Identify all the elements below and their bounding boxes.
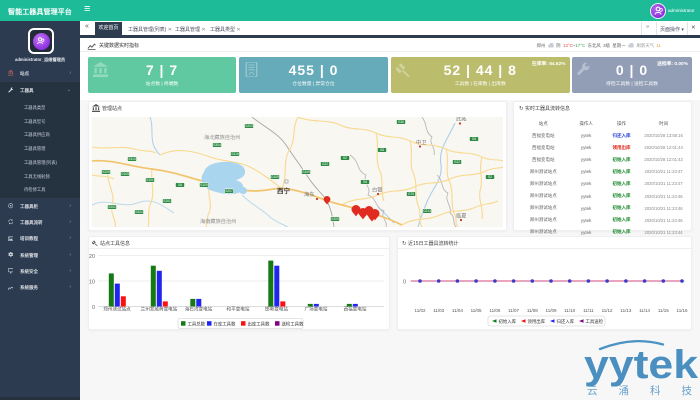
- svg-text:初始入库: 初始入库: [499, 318, 517, 325]
- svg-text:中卫: 中卫: [416, 138, 426, 146]
- svg-text:G75: G75: [408, 192, 414, 196]
- svg-text:11/10: 11/10: [564, 308, 575, 313]
- svg-text:11/06: 11/06: [489, 308, 500, 313]
- svg-text:11/08: 11/08: [527, 308, 538, 313]
- svg-text:G6: G6: [363, 180, 367, 184]
- svg-text:S2: S2: [343, 156, 347, 160]
- svg-text:海东: 海东: [304, 190, 314, 198]
- svg-text:白银: 白银: [372, 186, 383, 194]
- svg-text:海北藏族自治州: 海北藏族自治州: [204, 133, 240, 141]
- svg-text:0: 0: [92, 305, 95, 311]
- svg-text:11/11: 11/11: [583, 308, 594, 313]
- svg-text:G30: G30: [398, 120, 404, 124]
- svg-text:广场变电站: 广场变电站: [305, 306, 328, 313]
- svg-text:G109: G109: [271, 175, 279, 179]
- svg-text:S315: S315: [231, 152, 239, 156]
- svg-text:S2: S2: [488, 175, 492, 179]
- svg-text:11/05: 11/05: [471, 308, 482, 313]
- svg-text:工具送检: 工具送检: [586, 318, 604, 325]
- svg-text:S202: S202: [108, 205, 116, 209]
- svg-text:S310: S310: [128, 157, 136, 161]
- svg-text:西福变电站: 西福变电站: [344, 306, 367, 313]
- svg-text:11/16: 11/16: [677, 308, 688, 313]
- svg-text:S304: S304: [213, 143, 221, 147]
- svg-text:11/12: 11/12: [602, 308, 613, 313]
- svg-text:G109: G109: [302, 170, 310, 174]
- svg-text:和平变电站: 和平变电站: [227, 306, 250, 313]
- svg-text:临夏: 临夏: [456, 212, 467, 220]
- svg-text:11/03: 11/03: [433, 308, 444, 313]
- svg-text:西宁: 西宁: [277, 186, 291, 195]
- svg-text:0: 0: [403, 280, 406, 286]
- svg-text:S203: S203: [245, 124, 253, 128]
- svg-text:S101: S101: [163, 199, 171, 203]
- svg-text:G22: G22: [454, 160, 460, 164]
- svg-text:11/14: 11/14: [639, 308, 650, 313]
- svg-text:工具总数: 工具总数: [188, 320, 206, 327]
- svg-text:归还入库: 归还入库: [557, 318, 575, 325]
- svg-text:S207: S207: [225, 189, 233, 193]
- svg-text:S309: S309: [331, 217, 339, 221]
- svg-text:G6: G6: [178, 183, 182, 187]
- svg-text:11/13: 11/13: [620, 308, 631, 313]
- svg-text:S109: S109: [200, 183, 208, 187]
- svg-text:G6: G6: [472, 137, 476, 141]
- svg-text:G22: G22: [322, 162, 328, 166]
- svg-text:G213: G213: [423, 209, 431, 213]
- svg-text:在库工具数: 在库工具数: [214, 320, 237, 327]
- svg-text:11/04: 11/04: [452, 308, 463, 313]
- svg-text:云涌科技: 云涌科技: [587, 384, 700, 397]
- svg-text:S302: S302: [135, 210, 143, 214]
- svg-text:S101: S101: [146, 178, 154, 182]
- svg-text:11/07: 11/07: [508, 308, 519, 313]
- svg-text:邯郸变电站: 邯郸变电站: [265, 306, 288, 313]
- svg-text:11/15: 11/15: [658, 308, 669, 313]
- svg-text:20: 20: [89, 254, 95, 260]
- svg-text:海石湾变电站: 海石湾变电站: [185, 306, 213, 313]
- svg-text:武威: 武威: [456, 117, 467, 123]
- svg-text:11/02: 11/02: [415, 308, 426, 313]
- svg-text:出库工具数: 出库工具数: [248, 320, 271, 327]
- svg-text:兰州发威荷变电站: 兰州发威荷变电站: [141, 306, 178, 313]
- svg-text:S205: S205: [102, 170, 110, 174]
- svg-text:海南藏族自治州: 海南藏族自治州: [200, 217, 236, 225]
- svg-text:领用出库: 领用出库: [528, 318, 546, 325]
- svg-text:10: 10: [89, 280, 95, 286]
- svg-text:送检工具数: 送检工具数: [282, 320, 305, 327]
- svg-text:G6: G6: [380, 148, 384, 152]
- svg-text:11/09: 11/09: [546, 308, 557, 313]
- svg-text:G109: G109: [121, 172, 129, 176]
- svg-text:郑州测试站点: 郑州测试站点: [103, 306, 131, 313]
